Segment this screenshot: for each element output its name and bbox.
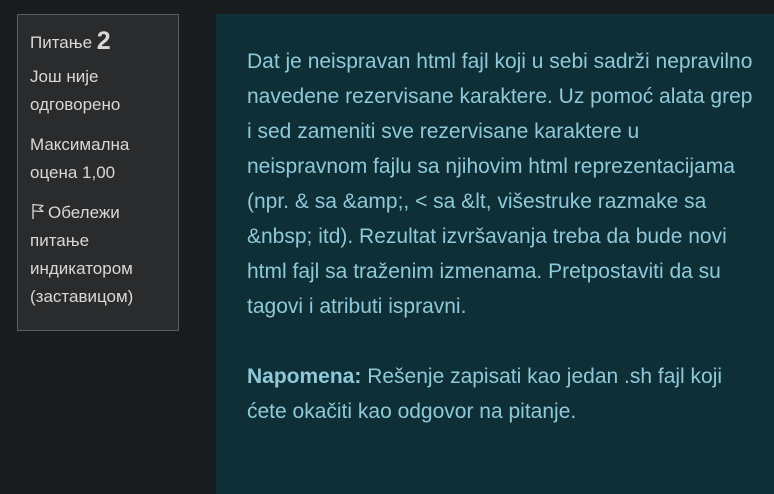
flag-icon[interactable] bbox=[30, 201, 46, 219]
flag-question-link[interactable]: Обележи питање индикатором (заставицом) bbox=[30, 199, 166, 311]
question-state: Још није одговорено bbox=[30, 67, 121, 114]
question-number: 2 bbox=[96, 27, 111, 55]
question-note: Napomena: Rešenje zapisati kao jedan .sh… bbox=[247, 359, 754, 429]
question-text: Dat je neispravan html fajl koji u sebi … bbox=[247, 50, 753, 318]
question-max-grade: Максимална оцена 1,00 bbox=[30, 135, 130, 182]
note-label: Napomena: bbox=[247, 365, 362, 388]
question-info-panel: Питање 2 Још није одговорено Максимална … bbox=[17, 14, 179, 331]
question-number-header: Питање 2 bbox=[30, 25, 166, 59]
question-label: Питање bbox=[30, 33, 93, 52]
question-content: Dat je neispravan html fajl koji u sebi … bbox=[216, 14, 774, 494]
